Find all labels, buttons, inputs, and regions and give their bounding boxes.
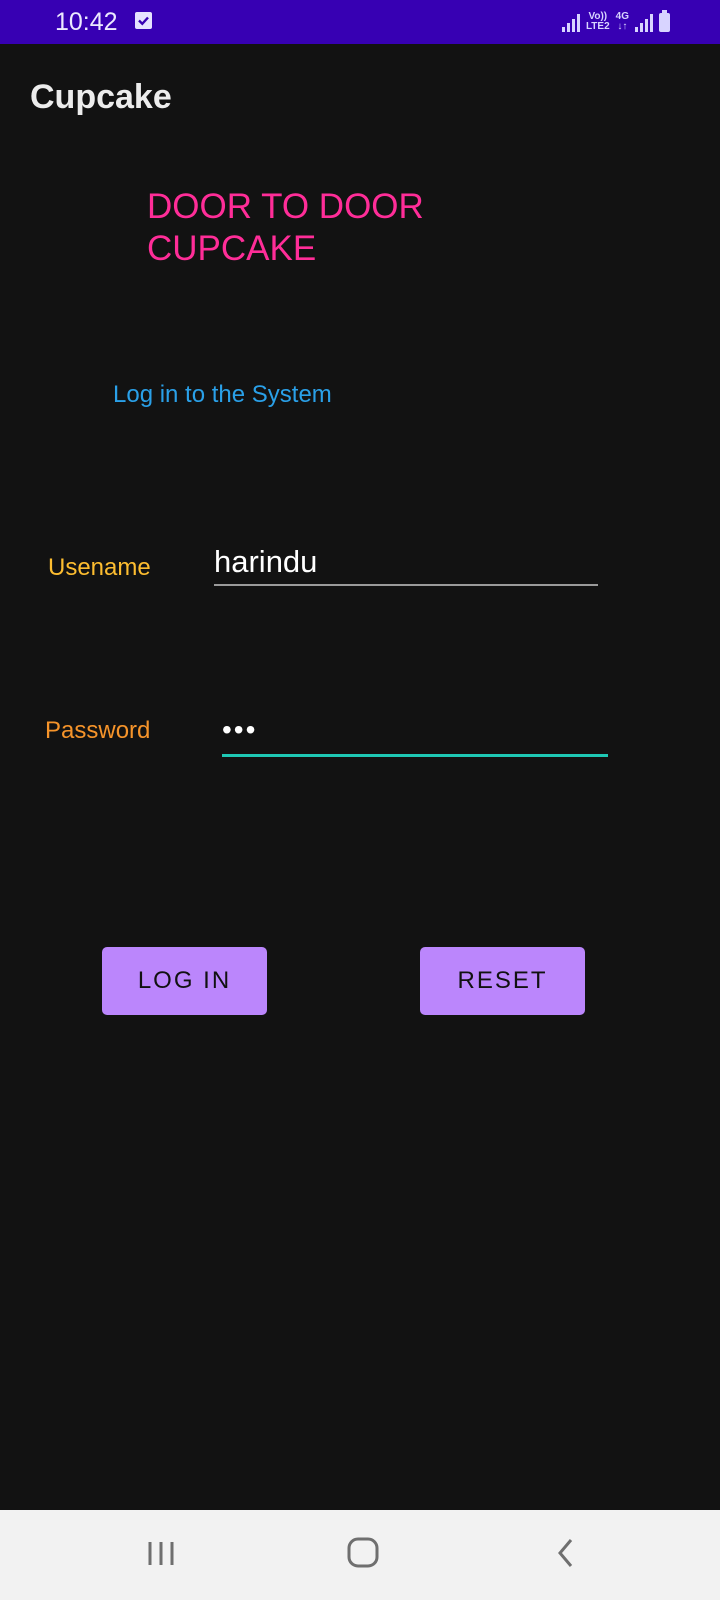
network-4g-indicator: 4G ↓↑ <box>616 12 629 32</box>
status-bar: 10:42 Vo)) LTE2 4G ↓↑ <box>0 0 720 44</box>
back-icon <box>558 1539 573 1567</box>
username-label: Usename <box>48 554 151 581</box>
status-time: 10:42 <box>55 8 118 36</box>
navigation-bar <box>0 1510 720 1600</box>
headline-line-2: CUPCAKE <box>147 229 317 268</box>
signal-strength-icon <box>561 12 580 32</box>
headline: DOOR TO DOOR CUPCAKE <box>147 186 424 270</box>
recent-apps-icon <box>148 1542 174 1565</box>
recent-apps-button[interactable] <box>101 1510 221 1600</box>
headline-line-1: DOOR TO DOOR <box>147 187 424 226</box>
checkbox-notification-icon <box>135 12 152 29</box>
network-indicator: Vo)) LTE2 <box>586 12 610 32</box>
login-button[interactable]: LOG IN <box>102 947 267 1015</box>
network-lte-label: LTE2 <box>585 21 610 32</box>
status-icons: Vo)) LTE2 4G ↓↑ <box>561 9 670 34</box>
battery-icon <box>659 9 670 32</box>
back-button[interactable] <box>504 1510 624 1600</box>
home-icon <box>347 1537 379 1568</box>
home-button[interactable] <box>303 1510 423 1600</box>
reset-button[interactable]: RESET <box>420 947 585 1015</box>
password-input[interactable] <box>222 706 608 757</box>
signal-strength-icon <box>635 12 653 32</box>
login-subtitle: Log in to the System <box>113 381 332 408</box>
username-input[interactable] <box>214 540 598 586</box>
password-label: Password <box>45 717 151 744</box>
app-title: Cupcake <box>30 78 172 116</box>
data-activity-arrows: ↓↑ <box>617 21 628 32</box>
